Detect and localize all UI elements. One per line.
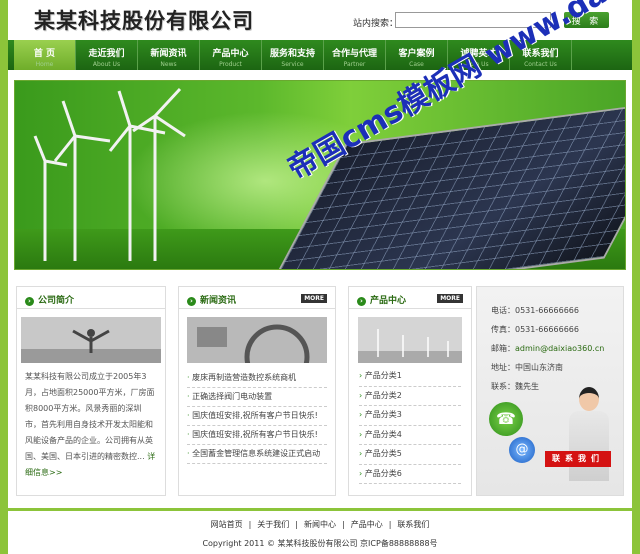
nav-item-about[interactable]: 走近我们 About Us (76, 40, 138, 70)
nav-sublabel: Partner (343, 61, 366, 68)
phone-icon: ☎ (489, 402, 523, 436)
products-title: 产品中心 (370, 296, 407, 306)
nav-sublabel: Product (219, 61, 242, 68)
nav-sublabel: About Us (92, 61, 121, 68)
site-logo[interactable]: 某某科技股份有限公司 (34, 5, 254, 35)
news-header: › 新闻资讯 MORE (179, 287, 335, 309)
about-image (21, 317, 161, 363)
nav-item-service[interactable]: 服务和支持 Service (262, 40, 324, 70)
nav-sublabel: Home (35, 61, 54, 68)
search-label: 站内搜索： (353, 19, 399, 29)
arrow-icon: › (187, 297, 196, 306)
footer-link-news[interactable]: 新闻中心 (304, 520, 336, 529)
contact-us-button[interactable]: 联系我们 (545, 451, 611, 467)
about-title: 公司简介 (38, 296, 75, 306)
footer-link-about[interactable]: 关于我们 (257, 520, 289, 529)
person-head (579, 387, 599, 411)
news-item[interactable]: 正确选择阀门电动装置 (187, 388, 327, 407)
product-category-item[interactable]: 产品分类3 (359, 406, 461, 426)
news-more-button[interactable]: MORE (301, 294, 327, 303)
about-header: › 公司简介 (17, 287, 165, 309)
nav-item-news[interactable]: 新闻资讯 News (138, 40, 200, 70)
news-item[interactable]: 国庆值班安排,祝所有客户节日快乐! (187, 407, 327, 426)
footer-separator: | (248, 520, 252, 529)
about-panel: › 公司简介 某某科技有限公司成立于2005年3月，占地面积25000平方米，厂房… (16, 286, 166, 496)
products-panel: › 产品中心 MORE 产品分类1 产品分类2 产品分类3 产品分类4 产品分类5… (348, 286, 472, 496)
products-image (358, 317, 462, 363)
products-more-button[interactable]: MORE (437, 294, 463, 303)
contact-address: 地址：中国山东济南 (491, 363, 563, 372)
arrow-icon: › (25, 297, 34, 306)
about-text: 某某科技有限公司成立于2005年3月，占地面积25000平方米，厂房面积8000… (25, 372, 155, 461)
footer-link-contact[interactable]: 联系我们 (397, 520, 429, 529)
person-silhouette-image (21, 317, 161, 363)
product-category-item[interactable]: 产品分类5 (359, 445, 461, 465)
news-item[interactable]: 国庆值班安排,祝所有客户节日快乐! (187, 426, 327, 445)
nav-label: 合作与代理 (331, 49, 377, 59)
footer: 网站首页 | 关于我们 | 新闻中心 | 产品中心 | 联系我们 Copyright 2011 … (8, 508, 632, 554)
service-woman-image (567, 387, 613, 487)
nav-label: 新闻资讯 (150, 49, 187, 59)
products-header: › 产品中心 MORE (349, 287, 471, 309)
nav-sublabel: Contact Us (524, 61, 557, 68)
contact-email[interactable]: admin@daixiao360.cn (515, 344, 604, 353)
contact-fax: 传真：0531-66666666 (491, 325, 579, 334)
footer-link-home[interactable]: 网站首页 (211, 520, 243, 529)
nav-label: 服务和支持 (269, 49, 315, 59)
nav-label: 首 页 (33, 49, 56, 59)
wind-turbines-image (33, 87, 186, 261)
nav-sublabel: Service (281, 61, 304, 68)
footer-separator: | (388, 520, 392, 529)
footer-links: 网站首页 | 关于我们 | 新闻中心 | 产品中心 | 联系我们 (8, 519, 632, 530)
product-category-item[interactable]: 产品分类2 (359, 387, 461, 406)
nav-label: 走近我们 (88, 49, 125, 59)
copyright: Copyright 2011 © 某某科技股份有限公司 京ICP备8888888… (202, 539, 438, 548)
products-list: 产品分类1 产品分类2 产品分类3 产品分类4 产品分类5 产品分类6 (349, 363, 471, 484)
contact-panel: 电话：0531-66666666 传真：0531-66666666 邮箱：adm… (476, 286, 624, 496)
news-item[interactable]: 废床再制造营造数控系统商机 (187, 369, 327, 388)
arrow-icon: › (357, 297, 366, 306)
nav-label: 产品中心 (212, 49, 249, 59)
contact-email-row: 邮箱：admin@daixiao360.cn (491, 339, 623, 358)
footer-separator: | (295, 520, 298, 529)
email-icon: @ (509, 437, 535, 463)
nav-item-home[interactable]: 首 页 Home (14, 40, 76, 70)
product-category-item[interactable]: 产品分类1 (359, 367, 461, 387)
nav-item-product[interactable]: 产品中心 Product (200, 40, 262, 70)
person-body (569, 411, 609, 481)
nav-item-partner[interactable]: 合作与代理 Partner (324, 40, 386, 70)
turbines-field-image (358, 317, 462, 363)
product-category-item[interactable]: 产品分类4 (359, 426, 461, 445)
steering-wheel-image (187, 317, 327, 363)
page: 某某科技股份有限公司 站内搜索： 搜 索 首 页 Home 走近我们 About… (8, 0, 640, 554)
contact-phone: 电话：0531-66666666 (491, 306, 579, 315)
news-list: 废床再制造营造数控系统商机 正确选择阀门电动装置 国庆值班安排,祝所有客户节日快… (179, 363, 335, 464)
nav-sublabel: News (160, 61, 177, 68)
product-category-item[interactable]: 产品分类6 (359, 465, 461, 484)
news-panel: › 新闻资讯 MORE 废床再制造营造数控系统商机 正确选择阀门电动装置 国庆值班… (178, 286, 336, 496)
contact-email-label: 邮箱： (491, 344, 515, 353)
footer-link-products[interactable]: 产品中心 (351, 520, 383, 529)
about-text-block: 某某科技有限公司成立于2005年3月，占地面积25000平方米，厂房面积8000… (17, 363, 165, 487)
news-item[interactable]: 全国蓄金管理信息系统建设正式启动 (187, 445, 327, 464)
footer-separator: | (342, 520, 345, 529)
news-image (187, 317, 327, 363)
news-title: 新闻资讯 (200, 296, 237, 306)
